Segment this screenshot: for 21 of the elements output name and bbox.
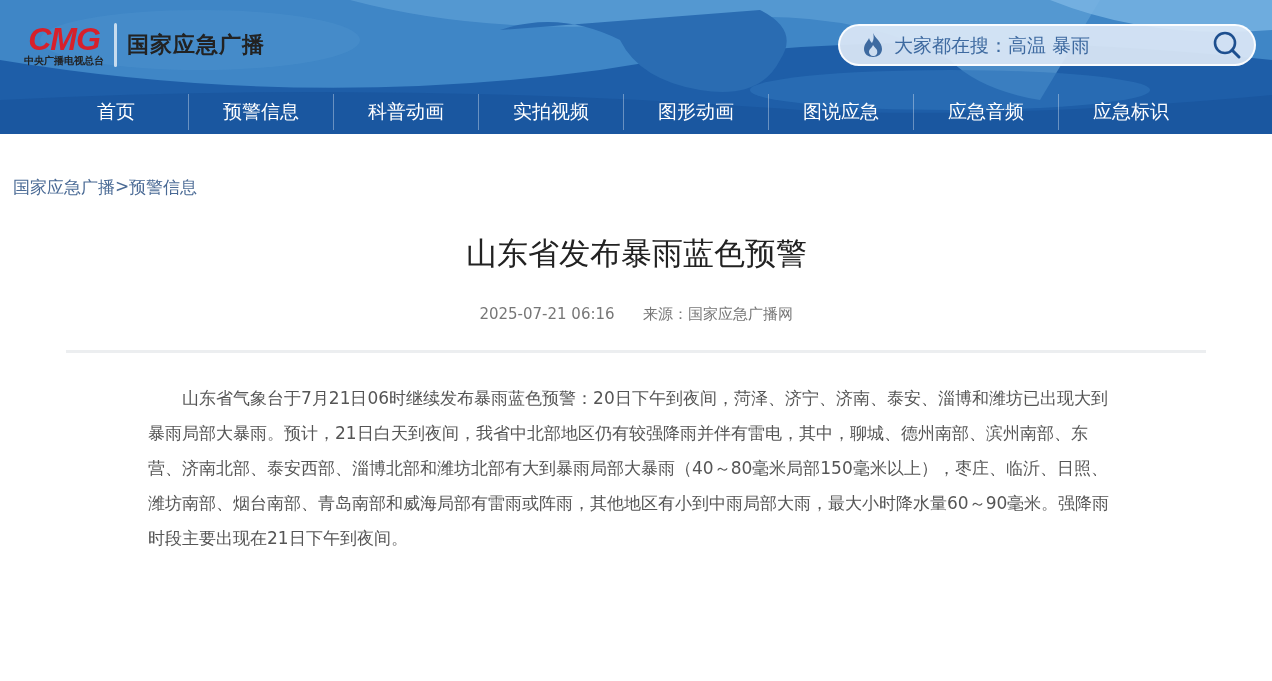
nav-item[interactable]: 应急标识 xyxy=(1059,95,1203,129)
article-title: 山东省发布暴雨蓝色预警 xyxy=(464,234,808,273)
publish-date: 2025-07-21 06:16 xyxy=(479,305,615,324)
nav-item[interactable]: 预警信息 xyxy=(189,95,333,129)
flame-icon xyxy=(862,32,884,58)
breadcrumb-separator: > xyxy=(115,176,130,198)
breadcrumb-link[interactable]: 预警信息 xyxy=(129,176,198,199)
nav-item[interactable]: 图形动画 xyxy=(624,95,768,129)
article-paragraph: 山东省气象台于7月21日06时继续发布暴雨蓝色预警：20日下午到夜间，菏泽、济宁、济南、泰安、淄博和潍坊已出现大到暴雨局部大暴雨。预计，21日白天到夜间，我省中北部地区仍有较强降雨并伴有雷电，其中，聊城、德州南部、滨州南部、东营、济南北部、泰安西部、淄博北部和潍坊北部有大到暴雨局部大暴雨（40～80毫米局部150毫米以上），枣庄、临沂、日照、潍坊南部、烟台南部、青岛南部和威海局部有雷雨或阵雨，其他地区有小到中雨局部大雨，最大小时降水量60～90毫米。强降雨时段主要出现在21日下午到夜间。 xyxy=(148,387,1111,550)
nav-item[interactable]: 首页 xyxy=(44,95,188,129)
nav-item[interactable]: 科普动画 xyxy=(334,95,478,129)
article-source: 来源：国家应急广播网 xyxy=(642,305,793,324)
site-name: 国家应急广播 xyxy=(127,31,265,59)
nav-item[interactable]: 应急音频 xyxy=(914,95,1058,129)
search-icon[interactable] xyxy=(1212,30,1242,60)
breadcrumb-link[interactable]: 国家应急广播 xyxy=(13,176,115,199)
search-field[interactable]: 大家都在搜：高温 暴雨 xyxy=(838,24,1256,66)
logo-mark: CMG xyxy=(28,23,100,55)
nav-item[interactable]: 图说应急 xyxy=(769,95,913,129)
nav-item[interactable]: 实拍视频 xyxy=(479,95,623,129)
logo-caption: 中央广播电视总台 xyxy=(24,55,104,67)
